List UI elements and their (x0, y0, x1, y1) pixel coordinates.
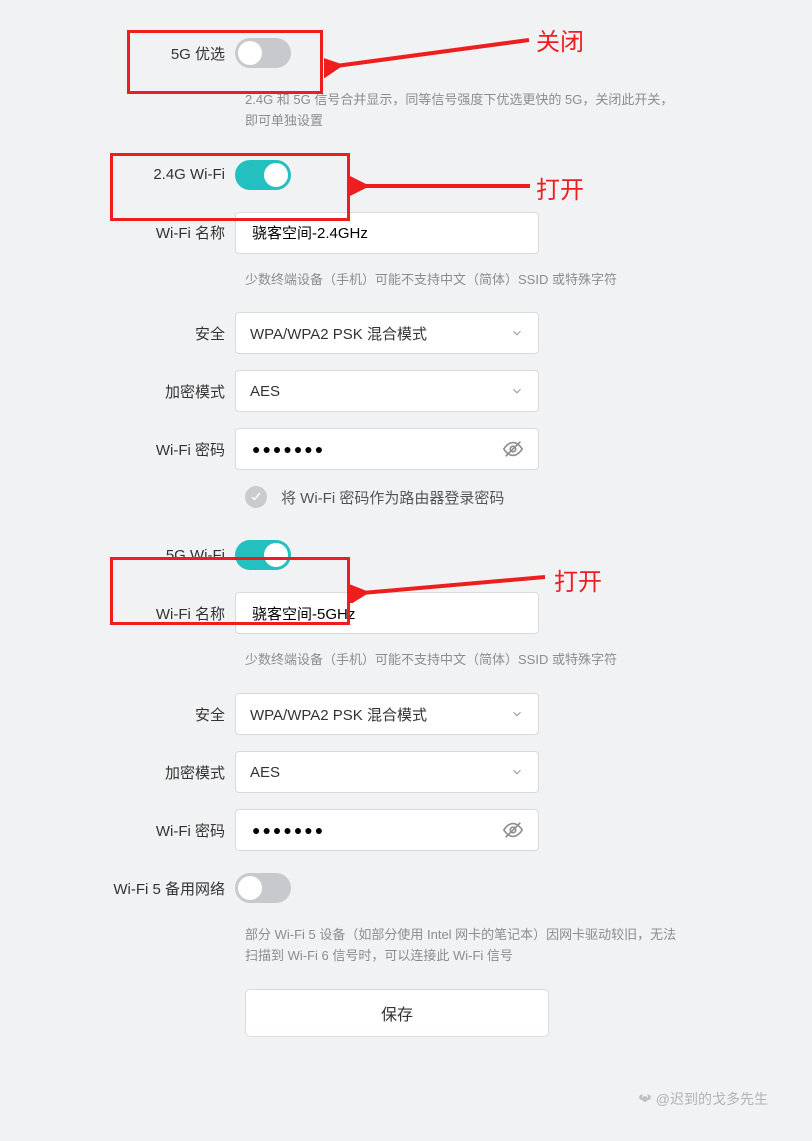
row-5g-pwd: Wi-Fi 密码 (60, 809, 712, 851)
label-5g-prefer: 5G 优选 (60, 43, 235, 64)
row-24g-cipher: 加密模式 AES (60, 370, 712, 412)
row-5g-name: Wi-Fi 名称 (60, 592, 712, 634)
row-pwd-as-login: 将 Wi-Fi 密码作为路由器登录密码 (245, 486, 712, 508)
toggle-wifi5-backup[interactable] (235, 873, 291, 903)
label-5g-pwd: Wi-Fi 密码 (60, 820, 235, 841)
select-5g-cipher[interactable]: AES (235, 751, 539, 793)
select-24g-security[interactable]: WPA/WPA2 PSK 混合模式 (235, 312, 539, 354)
row-24g-name: Wi-Fi 名称 (60, 212, 712, 254)
chevron-down-icon (510, 707, 524, 721)
select-24g-cipher-value: AES (250, 383, 280, 400)
input-24g-pwd-field[interactable] (250, 440, 496, 458)
label-5g-cipher: 加密模式 (60, 762, 235, 783)
save-button[interactable]: 保存 (245, 989, 549, 1037)
select-5g-security-value: WPA/WPA2 PSK 混合模式 (250, 704, 427, 725)
toggle-5g-wifi[interactable] (235, 540, 291, 570)
input-5g-ssid[interactable] (235, 592, 539, 634)
wifi-settings-form: 5G 优选 2.4G 和 5G 信号合并显示，同等信号强度下优选更快的 5G，关… (0, 0, 812, 1057)
select-24g-security-value: WPA/WPA2 PSK 混合模式 (250, 323, 427, 344)
label-5g-enable: 5G Wi-Fi (60, 547, 235, 564)
eye-show-icon[interactable] (502, 438, 524, 460)
label-24g-security: 安全 (60, 323, 235, 344)
label-24g-name: Wi-Fi 名称 (60, 222, 235, 243)
chevron-down-icon (510, 326, 524, 340)
row-24g-pwd: Wi-Fi 密码 (60, 428, 712, 470)
label-24g-pwd: Wi-Fi 密码 (60, 439, 235, 460)
select-24g-cipher[interactable]: AES (235, 370, 539, 412)
label-5g-name: Wi-Fi 名称 (60, 603, 235, 624)
row-5g-enable: 5G Wi-Fi (60, 534, 712, 576)
input-24g-pwd[interactable] (235, 428, 539, 470)
row-24g-security: 安全 WPA/WPA2 PSK 混合模式 (60, 312, 712, 354)
checkbox-pwd-as-login[interactable] (245, 486, 267, 508)
hint-5g-prefer: 2.4G 和 5G 信号合并显示，同等信号强度下优选更快的 5G，关闭此开关，即… (245, 90, 685, 132)
chevron-down-icon (510, 765, 524, 779)
hint-5g-ssid: 少数终端设备（手机）可能不支持中文（简体）SSID 或特殊字符 (245, 650, 685, 671)
label-pwd-as-login: 将 Wi-Fi 密码作为路由器登录密码 (281, 487, 504, 508)
row-5g-prefer: 5G 优选 (60, 32, 712, 74)
input-5g-pwd[interactable] (235, 809, 539, 851)
input-5g-ssid-field[interactable] (250, 604, 524, 623)
label-5g-security: 安全 (60, 704, 235, 725)
input-24g-ssid-field[interactable] (250, 223, 524, 242)
hint-wifi5-backup: 部分 Wi-Fi 5 设备（如部分使用 Intel 网卡的笔记本）因网卡驱动较旧… (245, 925, 685, 967)
toggle-5g-prefer[interactable] (235, 38, 291, 68)
select-5g-security[interactable]: WPA/WPA2 PSK 混合模式 (235, 693, 539, 735)
row-24g-enable: 2.4G Wi-Fi (60, 154, 712, 196)
save-button-label: 保存 (381, 1001, 413, 1025)
select-5g-cipher-value: AES (250, 764, 280, 781)
chevron-down-icon (510, 384, 524, 398)
row-5g-security: 安全 WPA/WPA2 PSK 混合模式 (60, 693, 712, 735)
label-24g-enable: 2.4G Wi-Fi (60, 166, 235, 183)
row-5g-cipher: 加密模式 AES (60, 751, 712, 793)
label-24g-cipher: 加密模式 (60, 381, 235, 402)
toggle-24g-wifi[interactable] (235, 160, 291, 190)
eye-show-icon[interactable] (502, 819, 524, 841)
watermark-text: @迟到的戈多先生 (656, 1089, 768, 1109)
input-24g-ssid[interactable] (235, 212, 539, 254)
hint-24g-ssid: 少数终端设备（手机）可能不支持中文（简体）SSID 或特殊字符 (245, 270, 685, 291)
row-wifi5-backup: Wi-Fi 5 备用网络 (60, 867, 712, 909)
input-5g-pwd-field[interactable] (250, 821, 496, 839)
label-wifi5-backup: Wi-Fi 5 备用网络 (60, 878, 235, 899)
watermark: @迟到的戈多先生 (638, 1089, 768, 1109)
